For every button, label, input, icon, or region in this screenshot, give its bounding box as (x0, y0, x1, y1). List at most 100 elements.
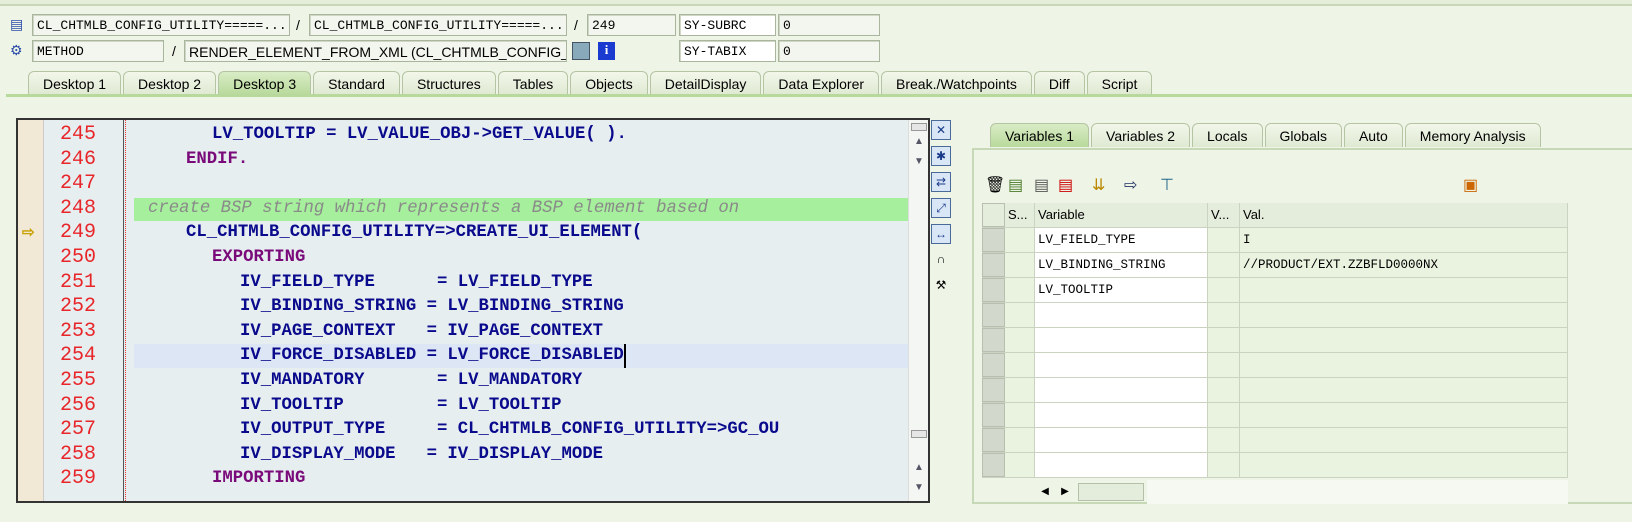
value-cell[interactable] (1240, 403, 1568, 427)
table-row[interactable] (982, 353, 1568, 378)
value-cell[interactable] (1240, 303, 1568, 327)
code-line[interactable]: 246 ENDIF. (18, 148, 908, 173)
row-selector[interactable] (982, 378, 1005, 402)
transfer-icon[interactable]: ⇨ (1124, 176, 1137, 196)
delete-row-icon[interactable]: ▤ (1058, 176, 1073, 196)
new-tool-icon[interactable]: ✱ (931, 146, 951, 166)
horizontal-scrollbar[interactable]: ◀ ▶ (982, 480, 1568, 504)
scroll-down-icon[interactable]: ▼ (911, 154, 927, 170)
variable-cell[interactable] (1035, 403, 1208, 427)
code-line[interactable]: 252 IV_BINDING_STRING = LV_BINDING_STRING (18, 295, 908, 320)
table-row[interactable] (982, 453, 1568, 478)
sy-subrc-value[interactable]: 0 (778, 14, 880, 36)
scroll-left-icon[interactable]: ◀ (1035, 480, 1055, 504)
variable-cell[interactable] (1035, 328, 1208, 352)
value-cell[interactable] (1240, 278, 1568, 302)
code-line[interactable]: 245 LV_TOOLTIP = LV_VALUE_OBJ->GET_VALUE(… (18, 123, 908, 148)
variable-cell[interactable] (1035, 428, 1208, 452)
vertical-scrollbar[interactable]: ▲ ▼ ▲ ▼ (908, 120, 928, 501)
value-cell[interactable] (1240, 353, 1568, 377)
code-line[interactable]: 254 IV_FORCE_DISABLED = LV_FORCE_DISABLED (18, 344, 908, 369)
code-line[interactable]: ⇨ 249 CL_CHTMLB_CONFIG_UTILITY=>CREATE_UI_… (18, 221, 908, 246)
code-line[interactable]: 255 IV_MANDATORY = LV_MANDATORY (18, 369, 908, 394)
row-selector[interactable] (982, 228, 1005, 252)
code-line[interactable]: 250 EXPORTING (18, 246, 908, 271)
table-row[interactable]: LV_BINDING_STRING //PRODUCT/EXT.ZZBFLD000… (982, 253, 1568, 278)
variable-cell[interactable] (1035, 378, 1208, 402)
scroll-up-icon[interactable]: ▲ (911, 460, 927, 476)
code-line[interactable]: 256 IV_TOOLTIP = LV_TOOLTIP (18, 394, 908, 419)
tab-desktop-2[interactable]: Desktop 2 (123, 71, 217, 95)
code-line[interactable]: 253 IV_PAGE_CONTEXT = IV_PAGE_CONTEXT (18, 320, 908, 345)
code-line[interactable]: 251 IV_FIELD_TYPE = LV_FIELD_TYPE (18, 271, 908, 296)
select-all[interactable] (982, 203, 1005, 227)
code-line[interactable]: 247 (18, 172, 908, 197)
event-type-field[interactable]: METHOD (32, 40, 164, 62)
save-icon[interactable]: ▣ (1463, 176, 1478, 196)
tab-script[interactable]: Script (1086, 71, 1153, 95)
table-row[interactable]: LV_FIELD_TYPE I (982, 228, 1568, 253)
tab-objects[interactable]: Objects (570, 71, 648, 95)
value-cell[interactable]: I (1240, 228, 1568, 252)
col-header-variable[interactable]: Variable (1035, 203, 1208, 227)
tab-globals[interactable]: Globals (1264, 123, 1342, 147)
sy-tabix-value[interactable]: 0 (778, 40, 880, 62)
table-row[interactable] (982, 428, 1568, 453)
navigate-source-icon[interactable] (572, 42, 590, 60)
col-header-v[interactable]: V... (1208, 203, 1240, 227)
fit-width-icon[interactable]: ↔ (931, 224, 951, 244)
maximize-icon[interactable]: ⤢ (931, 198, 951, 218)
splitter-handle[interactable] (911, 430, 927, 438)
sort-icon[interactable]: ⇊ (1092, 176, 1105, 196)
tab-variables-1[interactable]: Variables 1 (990, 123, 1090, 147)
include-field[interactable]: CL_CHTMLB_CONFIG_UTILITY=====... (309, 14, 567, 36)
variable-cell[interactable]: LV_BINDING_STRING (1035, 253, 1208, 277)
append-row-icon[interactable]: ▤ (1034, 176, 1049, 196)
tab-diff[interactable]: Diff (1033, 71, 1085, 95)
tab-desktop-3[interactable]: Desktop 3 (218, 71, 312, 95)
row-selector[interactable] (982, 403, 1005, 427)
code-line[interactable]: 258 IV_DISPLAY_MODE = IV_DISPLAY_MODE (18, 443, 908, 468)
source-editor[interactable]: 245 LV_TOOLTIP = LV_VALUE_OBJ->GET_VALUE(… (16, 118, 930, 503)
filter-icon[interactable]: ⊤ (1160, 176, 1174, 196)
value-cell[interactable] (1240, 453, 1568, 477)
event-field[interactable]: RENDER_ELEMENT_FROM_XML (CL_CHTMLB_CONFI… (184, 40, 567, 62)
delete-icon[interactable]: 🗑 (985, 176, 1005, 196)
tab-auto[interactable]: Auto (1343, 123, 1403, 147)
line-field[interactable]: 249 (587, 14, 676, 36)
tab-memory-analysis[interactable]: Memory Analysis (1404, 123, 1541, 147)
variable-cell[interactable] (1035, 303, 1208, 327)
row-selector[interactable] (982, 453, 1005, 477)
value-cell[interactable] (1240, 328, 1568, 352)
splitter-handle[interactable] (911, 123, 927, 131)
row-selector[interactable] (982, 328, 1005, 352)
insert-row-icon[interactable]: ▤ (1008, 176, 1023, 196)
close-icon[interactable]: ✕ (931, 120, 951, 140)
info-icon[interactable]: i (598, 42, 615, 60)
value-cell[interactable] (1240, 428, 1568, 452)
tab-standard[interactable]: Standard (313, 71, 400, 95)
row-selector[interactable] (982, 428, 1005, 452)
value-cell[interactable] (1240, 378, 1568, 402)
program-field[interactable]: CL_CHTMLB_CONFIG_UTILITY=====... (32, 14, 290, 36)
value-cell[interactable]: //PRODUCT/EXT.ZZBFLD0000NX (1240, 253, 1568, 277)
variable-cell[interactable]: LV_TOOLTIP (1035, 278, 1208, 302)
col-header-s[interactable]: S... (1005, 203, 1035, 227)
row-selector[interactable] (982, 253, 1005, 277)
variable-cell[interactable] (1035, 353, 1208, 377)
table-row[interactable] (982, 303, 1568, 328)
scroll-up-icon[interactable]: ▲ (911, 134, 927, 150)
swap-tool-icon[interactable]: ⇄ (931, 172, 951, 192)
table-row[interactable] (982, 328, 1568, 353)
services-icon[interactable]: ∩ (931, 250, 951, 270)
tab-break-watchpoints[interactable]: Break./Watchpoints (881, 71, 1032, 95)
tab-structures[interactable]: Structures (401, 71, 496, 95)
row-selector[interactable] (982, 278, 1005, 302)
tab-variables-2[interactable]: Variables 2 (1091, 123, 1191, 147)
row-selector[interactable] (982, 303, 1005, 327)
tab-data-explorer[interactable]: Data Explorer (763, 71, 880, 95)
tab-tables[interactable]: Tables (497, 71, 569, 95)
variable-cell[interactable] (1035, 453, 1208, 477)
variable-cell[interactable]: LV_FIELD_TYPE (1035, 228, 1208, 252)
code-line[interactable]: 257 IV_OUTPUT_TYPE = CL_CHTMLB_CONFIG_UTI… (18, 418, 908, 443)
